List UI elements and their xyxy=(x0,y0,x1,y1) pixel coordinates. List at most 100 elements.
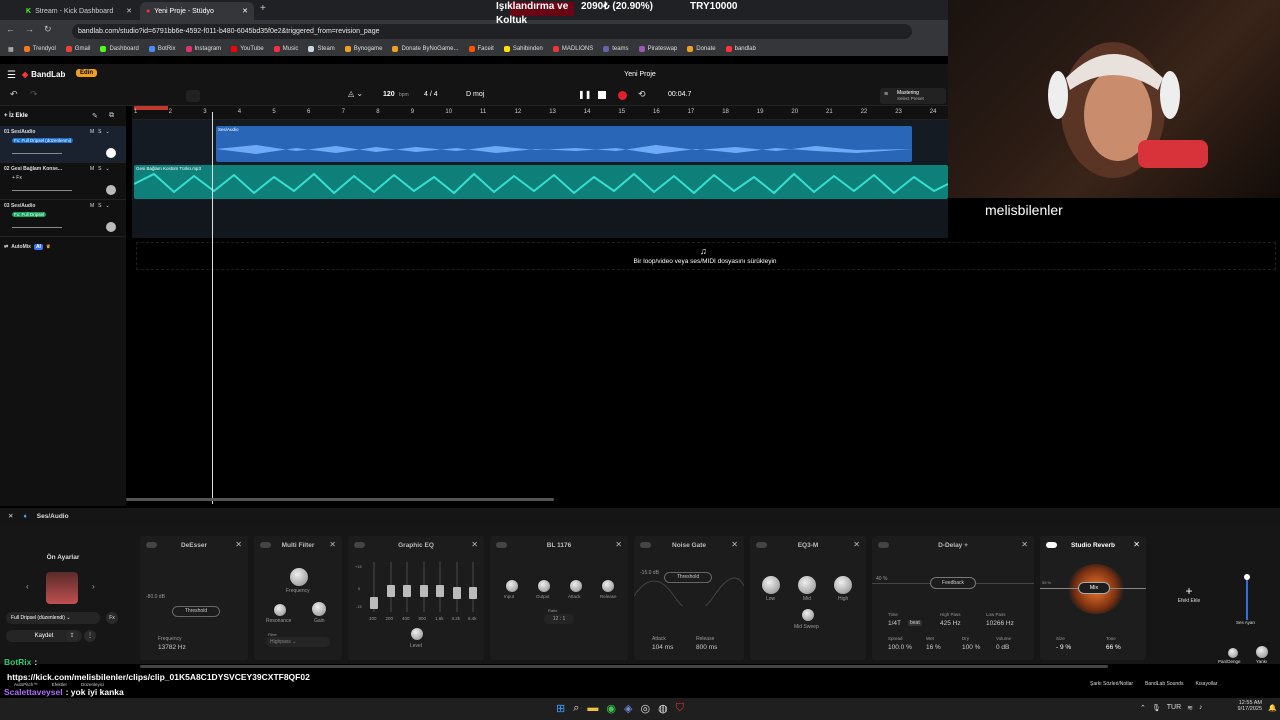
fx-toggle-icon[interactable]: Fx xyxy=(106,612,118,624)
automix-row[interactable]: ⇌ AutoMix AI ♛ xyxy=(4,244,50,250)
forward-icon[interactable]: → xyxy=(25,24,34,35)
mid-knob[interactable] xyxy=(798,576,816,594)
menu-icon[interactable]: ☰ xyxy=(7,70,16,81)
key-selector[interactable]: D moj xyxy=(466,91,484,98)
time-value[interactable]: 1/4T xyxy=(888,620,901,627)
fx-card-graphic-eq[interactable]: Graphic EQ ✕ +15 0 -15 Level 100 200 400 80… xyxy=(348,536,484,660)
tab-yeni-proje[interactable]: ● Yeni Proje - Stüdyo ✕ xyxy=(140,2,254,20)
folder-icon[interactable]: ▬ xyxy=(587,702,598,715)
resonance-knob[interactable] xyxy=(274,604,286,616)
wet-value[interactable]: 16 % xyxy=(926,644,941,651)
bookmark-item[interactable]: YouTube xyxy=(231,46,264,52)
mute-solo-buttons[interactable]: MS⌄ xyxy=(90,166,114,172)
add-track-button[interactable]: + İz Ekle xyxy=(4,113,28,119)
close-icon[interactable]: ✕ xyxy=(731,540,738,549)
volume-slider[interactable] xyxy=(12,153,62,154)
bookmark-item[interactable]: Music xyxy=(273,46,298,52)
horizontal-scrollbar[interactable] xyxy=(126,498,554,501)
bookmark-item[interactable]: Trendyol xyxy=(23,46,56,52)
bookmark-item[interactable]: Steam xyxy=(308,46,335,52)
chevron-up-icon[interactable]: ⌃ xyxy=(1140,704,1146,712)
close-icon[interactable]: ✕ xyxy=(235,540,242,549)
tone-value[interactable]: 66 % xyxy=(1106,644,1121,651)
spread-value[interactable]: 100.0 % xyxy=(888,644,912,651)
volume-slider[interactable] xyxy=(12,227,62,228)
master-volume-handle[interactable] xyxy=(1244,574,1250,580)
bookmark-item[interactable]: Sahibinden xyxy=(503,46,543,52)
loop-icon[interactable]: ⟲ xyxy=(638,89,646,100)
track-fx-add[interactable]: + Fx xyxy=(12,175,22,181)
audio-clip-1[interactable]: Ses/Audio xyxy=(216,126,912,162)
close-icon[interactable]: ✕ xyxy=(242,7,248,15)
pan-knob[interactable] xyxy=(106,148,116,158)
geq-slider-handle[interactable] xyxy=(452,587,461,599)
record-icon[interactable] xyxy=(618,91,627,100)
bandlab-logo[interactable]: ◆ BandLab xyxy=(22,70,65,79)
app-icon[interactable]: ◍ xyxy=(658,702,668,715)
close-icon[interactable]: ✕ xyxy=(1021,540,1028,549)
lp-value[interactable]: 10266 Hz xyxy=(986,620,1014,627)
close-icon[interactable]: ✕ xyxy=(126,7,132,15)
fx-card-deesser[interactable]: DeEsser ✕ -80.0 dB Threshold Frequency 1… xyxy=(140,536,248,660)
low-knob[interactable] xyxy=(762,576,780,594)
threshold-pill[interactable]: Threshold xyxy=(664,572,712,583)
geq-slider-handle[interactable] xyxy=(403,584,411,597)
time-signature[interactable]: 4 / 4 xyxy=(424,91,438,98)
volume-value[interactable]: 0 dB xyxy=(996,644,1009,651)
notification-icon[interactable]: 🔔 xyxy=(1268,704,1277,712)
master-volume-slider[interactable] xyxy=(1246,574,1248,620)
size-value[interactable]: - 9 % xyxy=(1056,644,1071,651)
back-icon[interactable]: ← xyxy=(6,24,15,35)
gain-knob[interactable] xyxy=(312,602,326,616)
bookmark-item[interactable]: Bynogame xyxy=(344,46,382,52)
volume-slider[interactable] xyxy=(12,190,72,191)
audio-clip-2[interactable]: Gesi Bağlam Kostüm Türkü.mp3 xyxy=(134,165,948,199)
mute-solo-buttons[interactable]: MS⌄ xyxy=(90,203,114,209)
chat-username[interactable]: BotRix xyxy=(4,657,31,667)
bookmark-item[interactable]: Faceit xyxy=(468,46,494,52)
pan-knob[interactable] xyxy=(106,222,116,232)
geq-slider-handle[interactable] xyxy=(370,597,378,609)
pan-knob[interactable] xyxy=(1228,648,1238,658)
hp-value[interactable]: 425 Hz xyxy=(940,620,961,627)
bl1176-knob[interactable] xyxy=(602,580,614,592)
geq-slider-handle[interactable] xyxy=(419,584,428,597)
threshold-pill[interactable]: Threshold xyxy=(172,606,220,617)
clock[interactable]: 12:55 AM 9/17/2025 xyxy=(1228,700,1262,712)
edit-badge[interactable]: Edin xyxy=(76,69,97,77)
track-row[interactable]: 02 Gesi Bağlam Konse... + Fx MS⌄ xyxy=(0,163,126,200)
track-row[interactable]: 03 Ses/Audio Fx: Full Dripsel MS⌄ xyxy=(0,200,126,237)
close-icon[interactable]: ✕ xyxy=(1133,540,1140,549)
bookmark-item[interactable]: bandlab xyxy=(725,46,756,52)
bl1176-knob[interactable] xyxy=(538,580,550,592)
bookmark-item[interactable]: teams xyxy=(603,46,629,52)
ratio-dropdown[interactable]: 12 : 1 xyxy=(544,614,574,624)
fx-card-noise-gate[interactable]: Noise Gate ✕ -15.0 dB Threshold Attack 1… xyxy=(634,536,744,660)
mute-solo-buttons[interactable]: MS⌄ xyxy=(90,129,114,135)
bookmark-item[interactable]: Instagram xyxy=(185,46,221,52)
new-tab-button[interactable]: + xyxy=(260,3,266,14)
attack-value[interactable]: 104 ms xyxy=(652,644,673,651)
add-effect-button[interactable]: + Efekt Ekle xyxy=(1172,584,1206,604)
fx-card-eq3m[interactable]: EQ3-M ✕ Low Mid High Mid Sweep xyxy=(750,536,866,660)
shield-icon[interactable]: ⛉ xyxy=(676,702,684,715)
bandlab-sounds-button[interactable]: BandLab Sounds xyxy=(1145,681,1183,687)
bookmark-item[interactable]: MADLIONS xyxy=(552,46,593,52)
discord-icon[interactable]: ◈ xyxy=(624,702,632,715)
stop-icon[interactable] xyxy=(598,91,606,99)
close-icon[interactable]: ✕ xyxy=(329,540,336,549)
dry-value[interactable]: 100 % xyxy=(962,644,980,651)
filter-dropdown[interactable]: Highpass ⌄ xyxy=(266,637,330,647)
fx-card-ddelay[interactable]: D-Delay + ✕ 40 % Feedback Time 1/4T beat… xyxy=(872,536,1034,660)
steam-icon[interactable]: ◎ xyxy=(640,702,650,715)
pause-icon[interactable]: ❚❚ xyxy=(578,90,591,99)
prev-preset-icon[interactable]: ‹ xyxy=(26,582,29,591)
lyrics-notes-button[interactable]: Şarkı Sözleri/Notlar xyxy=(1090,681,1133,687)
freq-value[interactable]: 13782 Hz xyxy=(158,644,186,651)
fx-card-multifilter[interactable]: Multi Filter ✕ Frequency Resonance Gain … xyxy=(254,536,342,660)
tab-kick-dashboard[interactable]: K Stream - Kick Dashboard ✕ xyxy=(20,2,138,20)
bl1176-knob[interactable] xyxy=(570,580,582,592)
bl1176-knob[interactable] xyxy=(506,580,518,592)
fx-card-studio-reverb[interactable]: Studio Reverb ✕ 55 % Mix Size - 9 % Tone… xyxy=(1040,536,1146,660)
chat-text[interactable]: https://kick.com/melisbilenler/clips/cli… xyxy=(7,672,310,682)
